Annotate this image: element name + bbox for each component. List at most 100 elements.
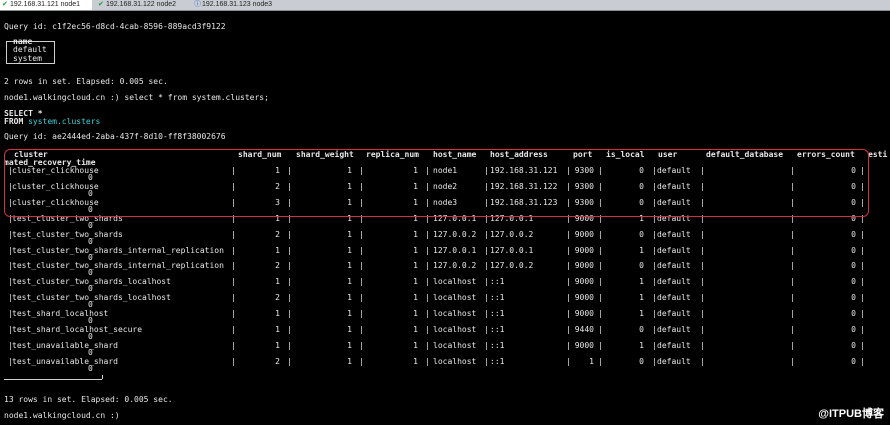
table-cell: localhost (433, 277, 477, 287)
column-separator: | (790, 261, 795, 271)
table-cell: localhost (433, 356, 477, 366)
column-separator: | (484, 356, 489, 366)
table-border (102, 375, 103, 379)
column-separator: | (425, 277, 430, 287)
table-cell: default (657, 309, 691, 319)
table-cell: 1 (413, 245, 418, 255)
table-cell: default (657, 229, 691, 239)
table-cell: test_cluster_two_shards (12, 229, 123, 239)
column-separator: | (484, 261, 489, 271)
table-cell: 1 (275, 340, 280, 350)
column-separator: | (700, 340, 705, 350)
table-cell: 0 (851, 261, 856, 271)
column-separator: | (860, 293, 865, 303)
column-separator: | (790, 340, 795, 350)
table-cell: 2 (275, 293, 280, 303)
table-cell: 127.0.0.2 (433, 261, 477, 271)
terminal-area[interactable]: Query id: c1f2ec56-d8cd-4cab-8596-889acd… (0, 11, 890, 425)
column-separator: | (425, 340, 430, 350)
table-cell: 127.0.0.2 (490, 261, 534, 271)
tab-node2[interactable]: ✔ 192.168.31.122 node2 (96, 0, 188, 10)
table-cell: test_unavailable_shard (12, 356, 118, 366)
table-cell: 0 (851, 277, 856, 287)
column-separator: | (860, 325, 865, 334)
tab-bar: ✔ 192.168.31.121 node1 ✔ 192.168.31.122 … (0, 0, 890, 11)
tab-node1[interactable]: ✔ 192.168.31.121 node1 (0, 0, 92, 10)
table-cell: localhost (433, 309, 477, 319)
column-separator: | (790, 245, 795, 255)
table-cell: 0 (851, 309, 856, 319)
column-separator: | (790, 356, 795, 366)
column-separator: | (790, 293, 795, 303)
watermark: @ITPUB博客 (818, 405, 884, 421)
table-cell: 1 (413, 261, 418, 271)
table-border (4, 379, 102, 380)
table-cell: test_shard_localhost_secure (12, 325, 143, 334)
table-cell: 0 (639, 261, 644, 271)
table-cell: ::1 (490, 340, 505, 350)
sql-from-line: FROM system.clusters (4, 117, 100, 127)
table-cell: 1 (275, 325, 280, 334)
table-cell: default (657, 356, 691, 366)
table-cell: test_unavailable_shard (12, 340, 118, 350)
tab-node3[interactable]: ⓘ 192.168.31.123 node3 (192, 0, 284, 10)
table-cell: 1 (413, 293, 418, 303)
column-separator: | (425, 309, 430, 319)
column-separator: | (425, 325, 430, 334)
column-separator: | (700, 277, 705, 287)
table-cell: 1 (347, 356, 352, 366)
table-cell: localhost (433, 325, 477, 334)
table-cell: 1 (347, 261, 352, 271)
column-separator: | (700, 261, 705, 271)
table-cell: 2 (275, 261, 280, 271)
table-cell: 2 (275, 229, 280, 239)
table-cell: 1 (347, 325, 352, 334)
column-separator: | (484, 340, 489, 350)
table-cell: 1 (347, 277, 352, 287)
query-id-line: Query id: c1f2ec56-d8cd-4cab-8596-889acd… (4, 22, 226, 31)
column-separator: | (425, 229, 430, 239)
column-separator: | (790, 277, 795, 287)
column-separator: | (790, 309, 795, 319)
table-cell: 0 (639, 229, 644, 239)
column-separator: | (484, 293, 489, 303)
table-cell: 0 (851, 245, 856, 255)
table-cell: 1 (413, 309, 418, 319)
table-cell: 1 (639, 277, 644, 287)
table-cell: 2 (275, 356, 280, 366)
table-cell: default (657, 277, 691, 287)
column-separator: | (700, 245, 705, 255)
sql-table-name: system.clusters (28, 117, 101, 126)
table-cell: test_cluster_two_shards_internal_replica… (12, 261, 224, 271)
column-separator: | (484, 245, 489, 255)
table-cell: 1 (413, 356, 418, 366)
column-separator: | (425, 293, 430, 303)
table-cell: default (657, 261, 691, 271)
table-cell: 1 (347, 340, 352, 350)
table-cell: 0 (88, 363, 93, 373)
table-cell: default (657, 293, 691, 303)
table-cell: 1 (275, 277, 280, 287)
watermark-brand: @ITPUB博客 (818, 408, 884, 420)
table-cell: 0 (851, 293, 856, 303)
table-cell: ::1 (490, 325, 505, 334)
result-cell: system (13, 54, 42, 63)
table-cell: ::1 (490, 309, 505, 319)
column-separator: | (484, 277, 489, 287)
sql-from-keyword: FROM (4, 117, 24, 126)
rows-info-line: 2 rows in set. Elapsed: 0.005 sec. (4, 77, 168, 86)
column-separator: | (860, 356, 865, 366)
table-cell: 1 (275, 245, 280, 255)
tab-label: 192.168.31.122 node2 (106, 1, 177, 8)
table-cell: 1 (413, 340, 418, 350)
column-separator: | (860, 309, 865, 319)
table-cell: ::1 (490, 293, 505, 303)
table-cell: default (657, 325, 691, 334)
table-cell: 1 (639, 340, 644, 350)
tab-label: 192.168.31.123 node3 (202, 1, 273, 8)
table-cell: 1 (347, 245, 352, 255)
column-separator: | (860, 229, 865, 239)
table-cell: test_cluster_two_shards_internal_replica… (12, 245, 224, 255)
table-cell: 0 (639, 325, 644, 334)
column-separator: | (700, 229, 705, 239)
